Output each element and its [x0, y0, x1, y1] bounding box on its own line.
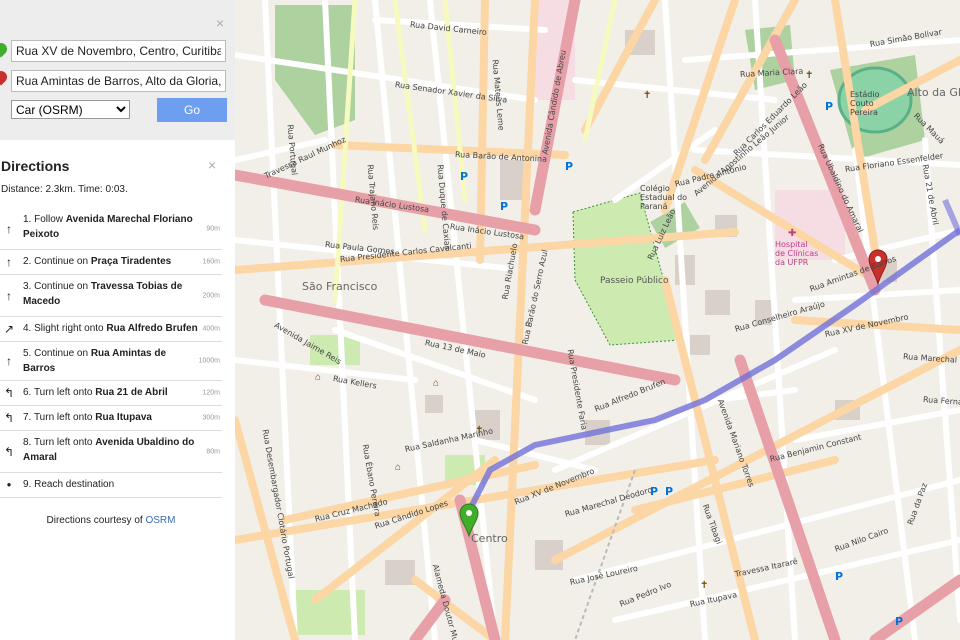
osrm-link[interactable]: OSRM: [145, 515, 175, 526]
church-icon: ✝: [805, 70, 814, 81]
directions-title: Directions: [1, 158, 70, 174]
directions-credit: Directions courtesy of OSRM: [0, 515, 222, 526]
end-pin-icon: [0, 68, 10, 86]
step-street-name: Rua Alfredo Brufen: [106, 323, 198, 334]
step-distance: 80m: [206, 448, 220, 455]
direction-step[interactable]: ↑ 1. Follow Avenida Marechal Floriano Pei…: [0, 208, 222, 250]
destination-dot-icon: ●: [6, 480, 12, 489]
parking-icon: P: [565, 160, 574, 173]
start-pin-icon: [0, 40, 10, 58]
step-instruction: 3. Continue on: [23, 281, 91, 292]
turn-left-icon: ↰: [3, 386, 15, 400]
step-distance: 160m: [202, 258, 220, 266]
step-instruction: 8. Turn left onto: [23, 437, 96, 448]
hospital-cross-icon: ✚: [788, 228, 797, 239]
parking-icon: P: [835, 570, 844, 583]
step-instruction: 7. Turn left onto: [23, 412, 96, 423]
close-directions-icon[interactable]: ×: [208, 158, 216, 172]
parking-icon: P: [650, 485, 659, 498]
start-address-input[interactable]: [11, 40, 226, 62]
step-instruction: 6. Turn left onto: [23, 387, 96, 398]
parking-icon: P: [825, 100, 834, 113]
direction-step[interactable]: ↑ 5. Continue on Rua Amintas de Barros 100…: [0, 342, 222, 381]
arrow-up-icon: ↑: [6, 288, 12, 303]
arrow-up-icon: ↑: [6, 354, 12, 368]
map-tiles[interactable]: [235, 0, 960, 640]
parking-icon: P: [665, 485, 674, 498]
go-button[interactable]: Go: [157, 98, 227, 122]
directions-panel: Directions × Distance: 2.3km. Time: 0:03…: [0, 140, 235, 640]
step-distance: 400m: [202, 325, 220, 333]
direction-step[interactable]: ↑ 3. Continue on Travessa Tobias de Maced…: [0, 275, 222, 317]
direction-step[interactable]: ↰ 8. Turn left onto Avenida Ubaldino do A…: [0, 431, 222, 473]
museum-icon: ⌂: [395, 462, 402, 473]
close-search-icon[interactable]: ×: [216, 16, 224, 30]
slight-right-icon: ↗: [3, 322, 15, 336]
turn-left-icon: ↰: [3, 444, 15, 459]
turn-left-icon: ↰: [3, 411, 15, 425]
step-street-name: Rua Itupava: [95, 412, 152, 423]
routing-panel: × Car (OSRM) Go Directions × Distance: 2…: [0, 0, 235, 640]
step-distance: 90m: [206, 225, 220, 232]
museum-icon: ⌂: [315, 372, 322, 383]
destination-address-input[interactable]: [11, 70, 226, 92]
museum-icon: ⌂: [433, 378, 440, 389]
step-instruction: 5. Continue on: [23, 348, 91, 359]
route-summary: Distance: 2.3km. Time: 0:03.: [1, 184, 128, 195]
step-instruction: 4. Slight right onto: [23, 323, 107, 334]
parking-icon: P: [500, 200, 509, 213]
church-icon: ✝: [700, 580, 709, 591]
church-icon: ✝: [643, 90, 652, 101]
parking-icon: P: [460, 170, 469, 183]
step-instruction: 1. Follow: [23, 214, 66, 225]
direction-step[interactable]: ● 9. Reach destination: [0, 473, 222, 498]
direction-step[interactable]: ↗ 4. Slight right onto Rua Alfredo Brufen…: [0, 317, 222, 342]
church-icon: ✝: [475, 425, 484, 436]
direction-steps-list: ↑ 1. Follow Avenida Marechal Floriano Pei…: [0, 208, 222, 498]
museum-icon: ⌂: [525, 318, 532, 329]
arrow-up-icon: ↑: [6, 255, 12, 269]
direction-step[interactable]: ↑ 2. Continue on Praça Tiradentes 160m: [0, 250, 222, 275]
step-street-name: Praça Tiradentes: [90, 256, 172, 267]
green-block-3: [310, 335, 360, 365]
router-select[interactable]: Car (OSRM): [11, 100, 130, 119]
step-street-name: Rua 21 de Abril: [95, 387, 168, 398]
arrow-up-icon: ↑: [6, 221, 12, 236]
parking-icon: P: [895, 615, 904, 628]
step-instruction: 9. Reach destination: [23, 479, 115, 490]
step-distance: 200m: [202, 292, 220, 299]
credit-text: Directions courtesy of: [46, 515, 146, 526]
step-instruction: 2. Continue on: [23, 256, 91, 267]
map-view[interactable]: São Francisco Centro Alto da Glória Pass…: [235, 0, 960, 640]
step-distance: 120m: [202, 389, 220, 397]
step-distance: 300m: [202, 414, 220, 422]
direction-step[interactable]: ↰ 6. Turn left onto Rua 21 de Abril 120m: [0, 381, 222, 406]
route-search-box: × Car (OSRM) Go: [0, 0, 235, 140]
direction-step[interactable]: ↰ 7. Turn left onto Rua Itupava 300m: [0, 406, 222, 431]
step-distance: 1000m: [198, 357, 220, 365]
